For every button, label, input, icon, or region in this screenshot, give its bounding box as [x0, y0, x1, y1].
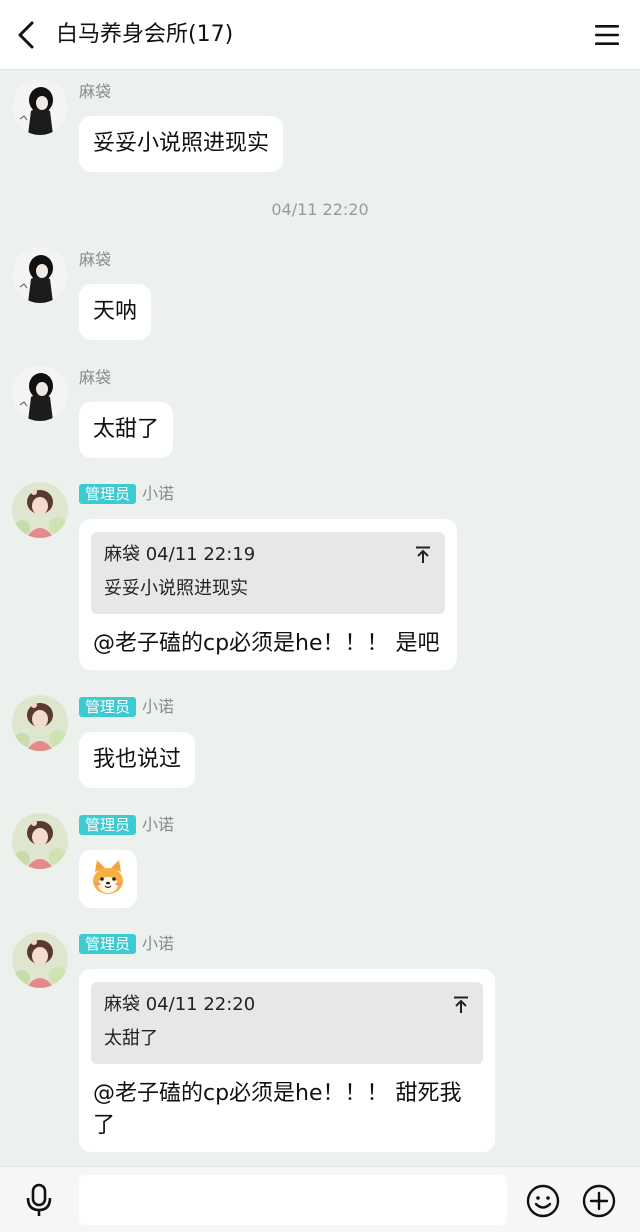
message-text: @老子磕的cp必须是he！！！ 甜死我了: [93, 1081, 462, 1138]
sender-row: 管理员 小诺: [79, 933, 174, 955]
admin-badge: 管理员: [79, 934, 137, 954]
message-bubble[interactable]: 天呐: [79, 284, 152, 340]
message-text: 我也说过: [93, 747, 182, 772]
quote-meta: 麻袋 04/11 22:19: [104, 544, 256, 565]
quoted-message[interactable]: 麻袋 04/11 22:20 太甜了: [91, 982, 483, 1064]
message-input[interactable]: [79, 1175, 507, 1225]
sender-name: 麻袋: [79, 82, 112, 101]
quote-meta: 麻袋 04/11 22:20: [104, 994, 256, 1015]
plus-icon[interactable]: [582, 1184, 616, 1218]
sender-name: 麻袋: [79, 250, 112, 269]
sender-name: 小诺: [142, 484, 175, 503]
message-bubble[interactable]: 我也说过: [79, 732, 196, 788]
reply-bubble[interactable]: 麻袋 04/11 22:20 太甜了 @老子磕的cp必须是he！！！ 甜死我了: [79, 969, 495, 1152]
message-bubble[interactable]: 妥妥小说照进现实: [79, 116, 284, 172]
sender-name: 小诺: [142, 697, 175, 716]
quoted-message[interactable]: 麻袋 04/11 22:19 妥妥小说照进现实: [91, 532, 445, 614]
back-icon[interactable]: [10, 17, 44, 53]
message-text: @老子磕的cp必须是he！！！ 是吧: [93, 631, 440, 656]
sender-name: 小诺: [142, 815, 175, 834]
sender-name: 麻袋: [79, 368, 112, 387]
sender-row: 麻袋: [79, 81, 111, 103]
emoji-icon[interactable]: [526, 1184, 560, 1218]
group-title: 白马养身会所(17): [56, 22, 234, 47]
avatar-xiaonuo[interactable]: [12, 932, 68, 988]
admin-badge: 管理员: [79, 815, 137, 835]
avatar-xiaonuo[interactable]: [12, 813, 68, 869]
sticker-bubble[interactable]: [79, 850, 137, 908]
message-text: 妥妥小说照进现实: [93, 131, 270, 156]
quote-text: 妥妥小说照进现实: [104, 578, 248, 599]
sender-row: 管理员 小诺: [79, 814, 174, 836]
microphone-icon[interactable]: [22, 1182, 56, 1218]
avatar-madai[interactable]: [12, 79, 68, 135]
scroll-to-top-icon[interactable]: [453, 996, 469, 1014]
timestamp: 04/11 22:20: [271, 200, 369, 219]
sender-row: 管理员 小诺: [79, 696, 174, 718]
quote-text: 太甜了: [104, 1028, 158, 1049]
avatar-xiaonuo[interactable]: [12, 695, 68, 751]
sender-row: 麻袋: [79, 249, 111, 271]
sender-name: 小诺: [142, 934, 175, 953]
sender-row: 麻袋: [79, 367, 111, 389]
message-bubble[interactable]: 太甜了: [79, 402, 174, 458]
menu-icon[interactable]: [594, 22, 620, 48]
admin-badge: 管理员: [79, 484, 137, 504]
avatar-madai[interactable]: [12, 365, 68, 421]
top-bar: 白马养身会所(17): [0, 0, 640, 70]
scroll-to-top-icon[interactable]: [415, 546, 431, 564]
message-text: 天呐: [93, 299, 138, 324]
reply-bubble[interactable]: 麻袋 04/11 22:19 妥妥小说照进现实 @老子磕的cp必须是he！！！ …: [79, 519, 457, 670]
admin-badge: 管理员: [79, 697, 137, 717]
message-text: 太甜了: [93, 417, 160, 442]
sender-row: 管理员 小诺: [79, 483, 174, 505]
chat-feed[interactable]: 麻袋 妥妥小说照进现实 04/11 22:20 麻袋 天呐 麻袋 太甜了 管理员…: [0, 70, 640, 1166]
input-bar: [0, 1166, 640, 1232]
shiba-dog-sticker-icon: [93, 860, 123, 894]
avatar-xiaonuo[interactable]: [12, 482, 68, 538]
avatar-madai[interactable]: [12, 247, 68, 303]
